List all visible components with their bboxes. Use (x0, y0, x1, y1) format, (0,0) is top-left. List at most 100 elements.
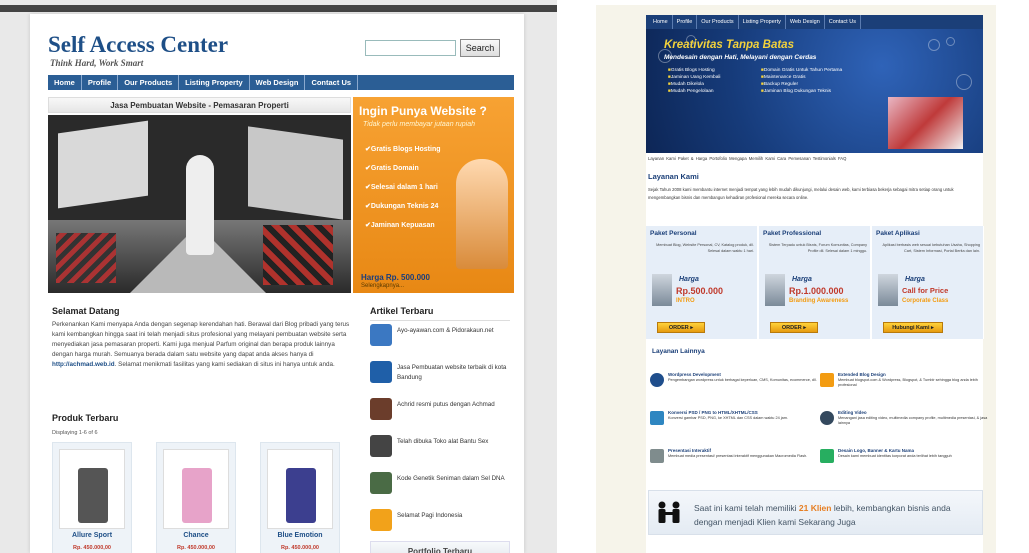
nav-home[interactable]: Home (48, 75, 82, 90)
package-image (765, 274, 785, 306)
promo-item: Gratis Domain (365, 164, 441, 172)
service-item[interactable]: Wordpress Development Pengembangan wordpr… (650, 371, 820, 397)
video-icon (820, 411, 834, 425)
banner-title: Kreativitas Tanpa Batas (664, 39, 794, 51)
package-price: Call for Price (902, 286, 949, 295)
article-item[interactable]: Selamat Pagi Indonesia (370, 507, 510, 541)
service-title[interactable]: Desain Logo, Banner & Kartu Nama (838, 448, 914, 453)
product-image[interactable] (163, 449, 229, 529)
nav-listing-property[interactable]: Listing Property (179, 75, 250, 90)
other-services-heading: Layanan Lainnya (652, 348, 705, 355)
package-harga-label: Harga (679, 276, 699, 283)
article-item[interactable]: Jasa Pembuatan website terbaik di kota B… (370, 359, 510, 393)
article-thumbnail (370, 509, 392, 531)
nav-our-products[interactable]: Our Products (118, 75, 180, 90)
hero-screen-right (248, 126, 343, 220)
hero-red-pattern-left (56, 233, 116, 283)
welcome-heading: Selamat Datang (52, 306, 120, 316)
promo-title: Ingin Punya Website ? (359, 104, 487, 118)
promo-banner[interactable]: Ingin Punya Website ? Tidak perlu membay… (353, 97, 514, 293)
banner-item: Backup Reguler (761, 81, 842, 88)
nav-our-products[interactable]: Our Products (697, 15, 739, 29)
article-link[interactable]: Telah dibuka Toko alat Bantu Sex (397, 437, 507, 447)
product-card[interactable]: Chance Rp. 450.000,00 (156, 442, 236, 553)
sub-nav-links[interactable]: Layanan Kami Paket & Harga Portofolio Me… (648, 156, 981, 161)
package-price: Rp.500.000 (676, 286, 724, 296)
promo-more-link[interactable]: Selengkapnya... (361, 283, 404, 289)
product-name[interactable]: Chance (157, 532, 235, 539)
nav-listing-property[interactable]: Listing Property (739, 15, 786, 29)
nav-profile[interactable]: Profile (82, 75, 119, 90)
banner-item: Gratis Blogs Hosting (668, 67, 721, 74)
nav-contact-us[interactable]: Contact Us (305, 75, 359, 90)
right-main-nav: Home Profile Our Products Listing Proper… (646, 15, 983, 29)
promo-item: Dukungan Teknis 24 (365, 202, 441, 210)
promo-item: Selesai dalam 1 hari (365, 183, 441, 191)
service-title[interactable]: Editing Video (838, 410, 867, 415)
service-title[interactable]: Wordpress Development (668, 372, 721, 377)
article-item[interactable]: Ayo-ayawan.com & Pidorakaun.net (370, 322, 510, 356)
hero-slideshow-image[interactable] (48, 115, 351, 293)
hero-screen-left (58, 120, 148, 209)
nav-contact-us[interactable]: Contact Us (825, 15, 861, 29)
products-count: Displaying 1-6 of 6 (52, 430, 98, 436)
article-item[interactable]: Telah dibuka Toko alat Bantu Sex (370, 433, 510, 467)
client-callout[interactable]: Saat ini kami telah memiliki 21 Klien le… (648, 490, 983, 535)
search-input[interactable] (365, 40, 456, 56)
banner-item: Maintenance Gratis (761, 74, 842, 81)
welcome-link[interactable]: http://achmad.web.id (52, 361, 115, 368)
decor-bubble (946, 37, 955, 46)
nav-web-design[interactable]: Web Design (250, 75, 306, 90)
presentation-icon (650, 449, 664, 463)
nav-web-design[interactable]: Web Design (786, 15, 825, 29)
product-name[interactable]: Allure Sport (53, 532, 131, 539)
service-item[interactable]: Konversi PSD / PNG to HTML/XHTML/CSS Konv… (650, 409, 820, 435)
order-button-label: ORDER (781, 325, 802, 331)
package-card: Paket Professional Sistem Terpadu untuk … (759, 226, 871, 339)
service-item[interactable]: Desain Logo, Banner & Kartu Nama Desain k… (820, 447, 990, 473)
service-item[interactable]: Editing Video Menangani jasa editing vide… (820, 409, 990, 435)
client-text-pre: Saat ini kami telah memiliki (694, 503, 799, 513)
article-link[interactable]: Kode Genetik Seniman dalam Sel DNA (397, 474, 507, 484)
service-item[interactable]: Extended Blog Design Membuat blogspot.com… (820, 371, 990, 397)
hero-red-pattern (263, 225, 333, 285)
article-link[interactable]: Selamat Pagi Indonesia (397, 511, 507, 521)
right-site-screenshot: Home Profile Our Products Listing Proper… (596, 5, 996, 553)
products-heading: Produk Terbaru (52, 413, 119, 423)
site-title[interactable]: Self Access Center (48, 32, 228, 58)
package-card: Paket Aplikasi Aplikasi berbasis web ses… (872, 226, 984, 339)
decor-bubble (928, 39, 940, 51)
order-button[interactable]: ORDER ▸ (657, 322, 705, 333)
site-tagline: Think Hard, Work Smart (50, 58, 144, 68)
service-title[interactable]: Presentasi Interaktif (668, 448, 711, 453)
product-image[interactable] (59, 449, 125, 529)
service-title[interactable]: Extended Blog Design (838, 372, 886, 377)
product-card[interactable]: Blue Emotion Rp. 450.000,00 (260, 442, 340, 553)
package-card: Paket Personal Membuat Blog, Website Per… (646, 226, 758, 339)
article-link[interactable]: Jasa Pembuatan website terbaik di kota B… (397, 363, 507, 383)
contact-us-button[interactable]: Hubungi Kami ▸ (883, 322, 943, 333)
perfume-bottle-icon (182, 468, 212, 523)
article-link[interactable]: Ayo-ayawan.com & Pidorakaun.net (397, 326, 507, 336)
order-button-label: ORDER (668, 325, 689, 331)
article-link[interactable]: Achrid resmi putus dengan Achmad (397, 400, 507, 410)
product-image[interactable] (267, 449, 333, 529)
left-page: Self Access Center Think Hard, Work Smar… (30, 14, 524, 553)
arrow-right-icon: ▸ (690, 325, 694, 331)
articles-heading: Artikel Terbaru (370, 306, 510, 321)
order-button[interactable]: ORDER ▸ (770, 322, 818, 333)
service-desc: Konversi gambar PSD, PNG, ke XHTML dan C… (668, 416, 788, 420)
article-item[interactable]: Kode Genetik Seniman dalam Sel DNA (370, 470, 510, 504)
nav-home[interactable]: Home (649, 15, 673, 29)
product-card[interactable]: Allure Sport Rp. 450.000,00 (52, 442, 132, 553)
package-title: Paket Personal (650, 230, 697, 237)
right-hero-banner[interactable]: Kreativitas Tanpa Batas Mendesain dengan… (646, 29, 983, 153)
product-name[interactable]: Blue Emotion (261, 532, 339, 539)
search-button[interactable]: Search (460, 39, 500, 57)
psd-to-html-icon (650, 411, 664, 425)
service-item[interactable]: Presentasi Interaktif Membuat media prese… (650, 447, 820, 473)
nav-profile[interactable]: Profile (673, 15, 698, 29)
article-item[interactable]: Achrid resmi putus dengan Achmad (370, 396, 510, 430)
article-thumbnail (370, 324, 392, 346)
service-title[interactable]: Konversi PSD / PNG to HTML/XHTML/CSS (668, 410, 758, 415)
